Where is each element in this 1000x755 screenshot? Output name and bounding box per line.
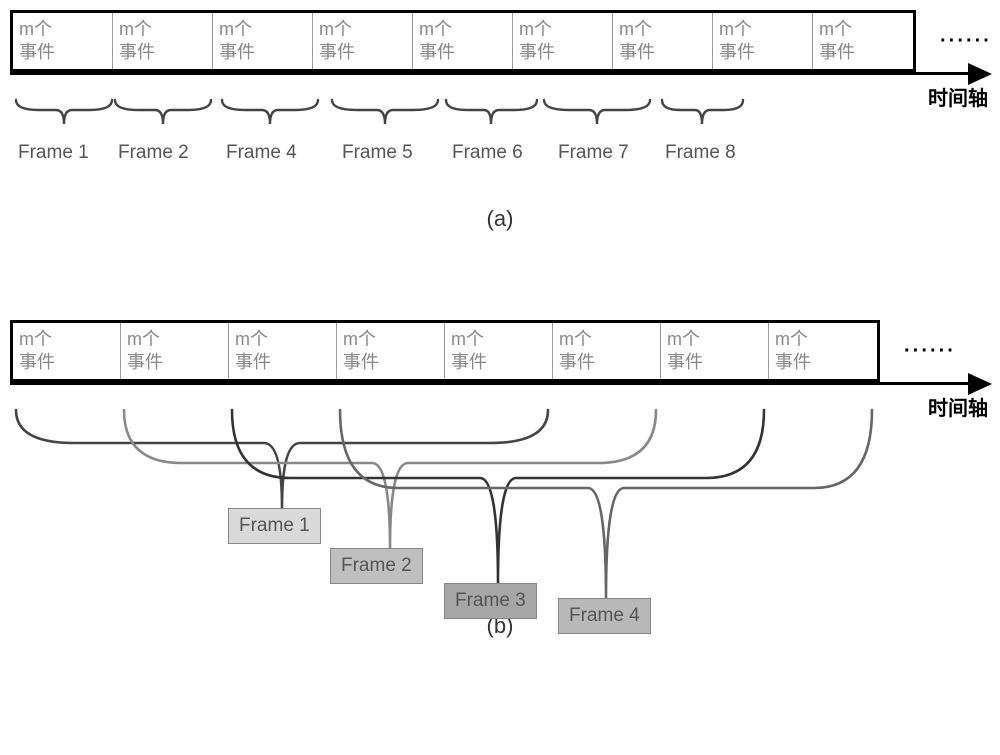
frame-label: Frame 1 [18,142,89,164]
event-cell: m个事件 [213,13,313,69]
event-cell: m个事件 [613,13,713,69]
event-cell: m个事件 [813,13,913,69]
event-cell: m个事件 [13,13,113,69]
frame-labels-a: Frame 1 Frame 2 Frame 4 Frame 5 Frame 6 … [10,136,990,166]
event-cell: m个事件 [337,323,445,379]
frame-box: Frame 3 [444,583,537,619]
frame-label: Frame 5 [342,142,413,164]
event-cell: m个事件 [445,323,553,379]
cell-group-b: m个事件 m个事件 m个事件 m个事件 m个事件 m个事件 m个事件 m个事件 [10,320,880,382]
timeline-row-b: m个事件 m个事件 m个事件 m个事件 m个事件 m个事件 m个事件 m个事件 … [10,320,990,382]
timeline-row-a: m个事件 m个事件 m个事件 m个事件 m个事件 m个事件 m个事件 m个事件 … [10,10,990,72]
event-cell: m个事件 [121,323,229,379]
axis-label-b: 时间轴 [928,392,988,421]
frame-label: Frame 6 [452,142,523,164]
ellipsis-icon: ······ [880,340,956,363]
frame-label: Frame 7 [558,142,629,164]
braces-a [10,98,990,136]
diagram-b: m个事件 m个事件 m个事件 m个事件 m个事件 m个事件 m个事件 m个事件 … [10,320,990,639]
event-cell: m个事件 [661,323,769,379]
event-cell: m个事件 [713,13,813,69]
event-cell: m个事件 [13,323,121,379]
cell-group-a: m个事件 m个事件 m个事件 m个事件 m个事件 m个事件 m个事件 m个事件 … [10,10,916,72]
frame-label: Frame 2 [118,142,189,164]
frame-box: Frame 2 [330,548,423,584]
frame-label: Frame 8 [665,142,736,164]
event-cell: m个事件 [113,13,213,69]
frame-box: Frame 4 [558,598,651,634]
event-cell: m个事件 [413,13,513,69]
event-cell: m个事件 [513,13,613,69]
event-cell: m个事件 [769,323,877,379]
event-cell: m个事件 [229,323,337,379]
time-axis-a: 时间轴 [10,72,990,98]
ellipsis-icon: ······ [916,30,992,53]
frame-label: Frame 4 [226,142,297,164]
time-axis-b: 时间轴 [10,382,990,408]
event-cell: m个事件 [553,323,661,379]
diagram-a: m个事件 m个事件 m个事件 m个事件 m个事件 m个事件 m个事件 m个事件 … [10,10,990,232]
frame-box: Frame 1 [228,508,321,544]
event-cell: m个事件 [313,13,413,69]
sublabel-a: (a) [10,206,990,232]
